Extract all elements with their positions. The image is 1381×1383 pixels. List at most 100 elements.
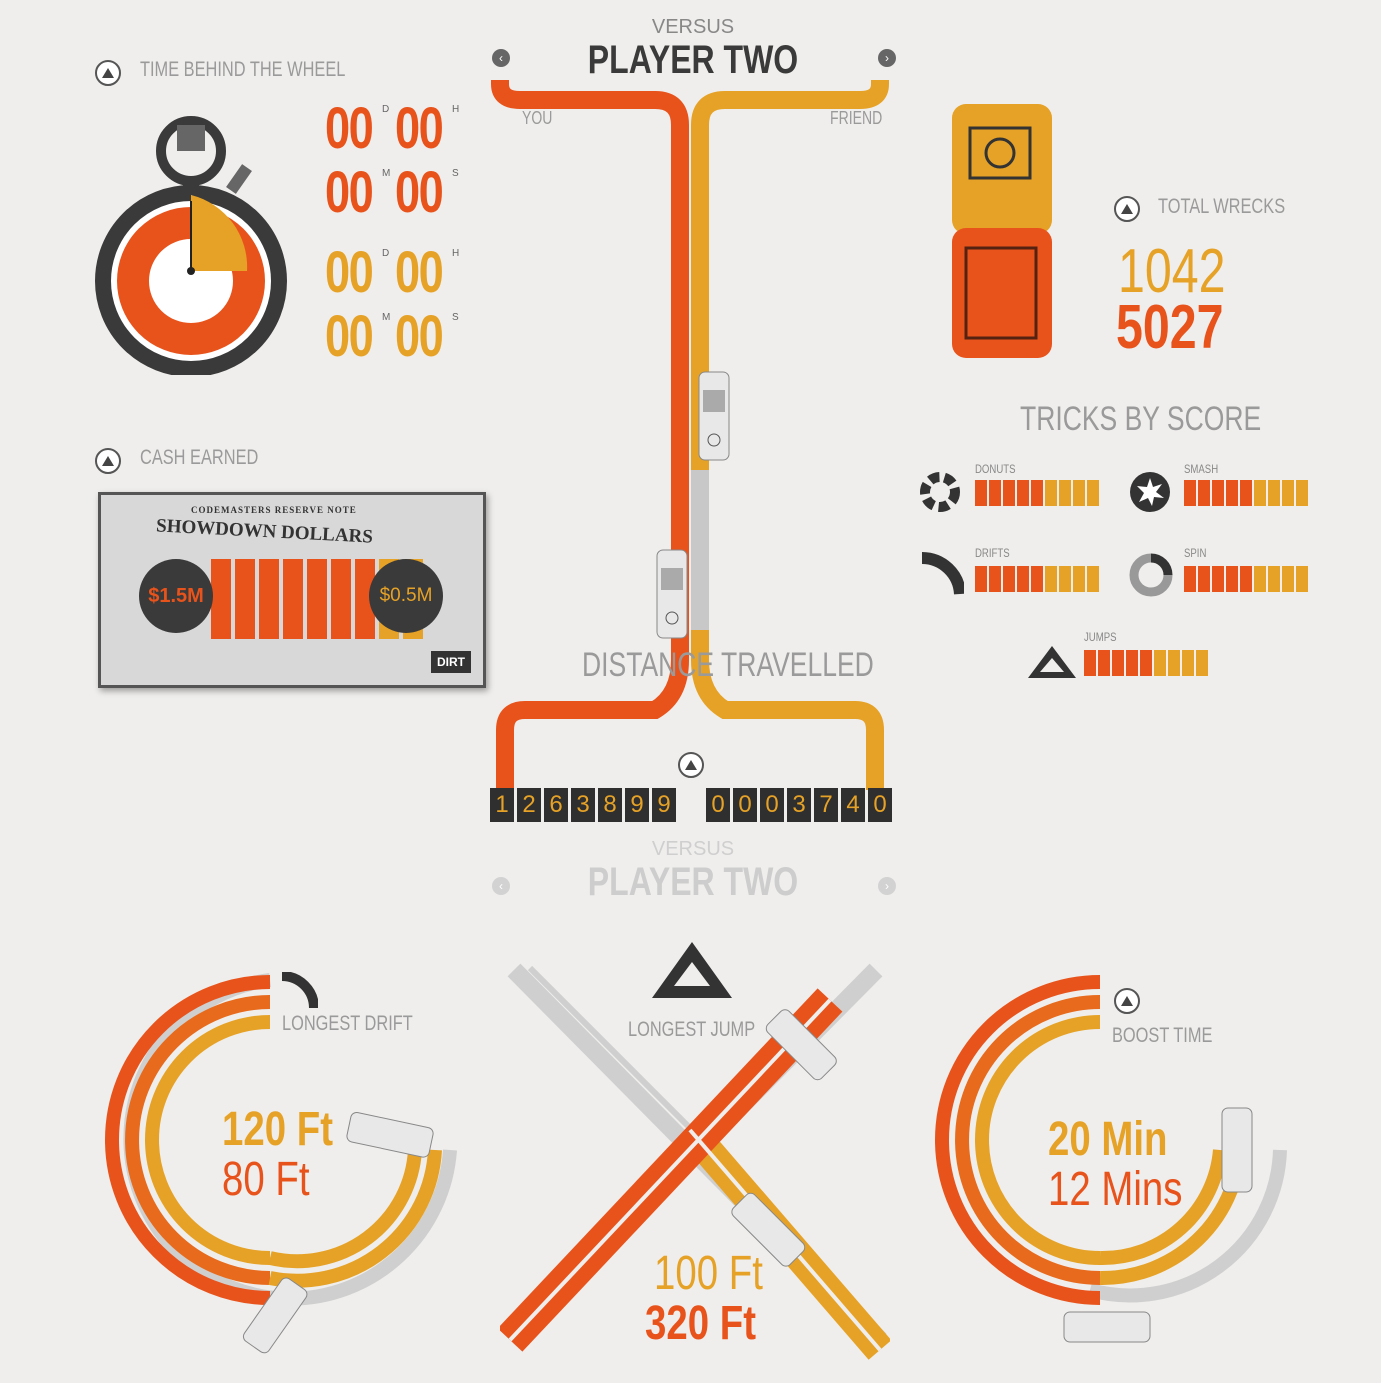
days-unit: D	[382, 248, 390, 259]
jumps-score-bar	[1084, 650, 1208, 676]
drifts-score-bar	[975, 566, 1099, 592]
score-segment	[1212, 480, 1224, 506]
score-segment	[989, 480, 1001, 506]
next-player-button[interactable]: ›	[878, 49, 896, 67]
minutes-unit: M	[382, 168, 391, 179]
smash-score-bar	[1184, 480, 1308, 506]
score-segment	[1198, 566, 1210, 592]
score-segment	[1140, 650, 1152, 676]
score-segment	[1031, 566, 1043, 592]
stopwatch-icon	[95, 116, 287, 375]
drift-friend-value: 80 Ft	[222, 1153, 310, 1206]
boost-car-icon-1	[1221, 1107, 1253, 1193]
time-you-seconds: 00	[395, 160, 444, 225]
drifts-label: DRIFTS	[975, 546, 1010, 560]
smash-label: SMASH	[1184, 462, 1219, 476]
score-segment	[975, 480, 987, 506]
score-segment	[1112, 650, 1124, 676]
you-label: YOU	[522, 108, 553, 128]
wrecked-car-image	[952, 104, 1052, 358]
score-segment	[1282, 480, 1294, 506]
score-segment	[1045, 566, 1057, 592]
score-segment	[1059, 480, 1071, 506]
time-friend-days: 00	[325, 240, 374, 305]
score-segment	[1240, 566, 1252, 592]
score-segment	[1282, 566, 1294, 592]
score-segment	[1226, 566, 1238, 592]
drift-car-icon-2	[242, 1277, 308, 1354]
you-car-icon	[656, 549, 688, 639]
score-segment	[1073, 566, 1085, 592]
odometer-digit: 9	[652, 788, 676, 822]
tricks-title: TRICKS BY SCORE	[1020, 400, 1262, 438]
friend-car-icon	[698, 371, 730, 461]
score-segment	[1182, 650, 1194, 676]
odometer-digit: 2	[517, 788, 541, 822]
score-segment	[1087, 566, 1099, 592]
prev-player-button-2[interactable]: ‹	[492, 877, 510, 895]
score-segment	[1226, 480, 1238, 506]
score-segment	[975, 566, 987, 592]
jump-label: LONGEST JUMP	[628, 1018, 756, 1041]
player-title-2: PLAYER TWO	[587, 860, 799, 904]
score-segment	[1296, 566, 1308, 592]
score-segment	[1240, 480, 1252, 506]
score-segment	[1168, 650, 1180, 676]
donut-icon	[920, 472, 960, 512]
score-segment	[1184, 566, 1196, 592]
score-segment	[1098, 650, 1110, 676]
boost-you-value: 20 Min	[1048, 1113, 1168, 1166]
friend-label: FRIEND	[830, 108, 883, 128]
distance-label: DISTANCE TRAVELLED	[582, 646, 874, 684]
score-segment	[1254, 480, 1266, 506]
score-segment	[1254, 566, 1266, 592]
odometer-digit: 9	[625, 788, 649, 822]
boost-car-icon-2	[1063, 1311, 1151, 1343]
spin-icon	[1129, 553, 1173, 597]
odometer-digit: 8	[598, 788, 622, 822]
hours-unit: H	[452, 248, 460, 259]
prev-player-button[interactable]: ‹	[492, 49, 510, 67]
next-player-button-2[interactable]: ›	[878, 877, 896, 895]
score-segment	[1184, 480, 1196, 506]
jump-icon	[1028, 646, 1076, 678]
score-segment	[1045, 480, 1057, 506]
minutes-unit: M	[382, 312, 391, 323]
odometer-digit: 6	[544, 788, 568, 822]
score-segment	[1196, 650, 1208, 676]
time-badge-icon	[95, 60, 121, 86]
odometer-digit: 3	[571, 788, 595, 822]
versus-label: VERSUS	[651, 16, 735, 38]
time-you-hours: 00	[395, 96, 444, 161]
spin-score-bar	[1184, 566, 1308, 592]
jump-car-icon-1	[765, 1009, 837, 1081]
odometer-digit: 0	[868, 788, 892, 822]
distance-road-graphic	[491, 80, 889, 790]
odometer-digit: 1	[490, 788, 514, 822]
score-segment	[1031, 480, 1043, 506]
cash-you-value: $1.5M	[148, 584, 204, 607]
time-label: TIME BEHIND THE WHEEL	[140, 58, 346, 81]
cash-label: CASH EARNED	[140, 446, 259, 469]
score-segment	[1017, 566, 1029, 592]
jumps-label: JUMPS	[1084, 630, 1117, 644]
jump-you-value: 320 Ft	[645, 1297, 756, 1350]
donuts-score-bar	[975, 480, 1099, 506]
score-segment	[1017, 480, 1029, 506]
seconds-unit: S	[452, 312, 459, 323]
score-segment	[1003, 480, 1015, 506]
cash-you-seal: $1.5M	[139, 559, 213, 633]
banknote: CODEMASTERS RESERVE NOTE SHOWDOWN DOLLAR…	[98, 492, 486, 688]
time-friend-hours: 00	[395, 240, 444, 305]
drift-label: LONGEST DRIFT	[282, 1012, 413, 1035]
score-segment	[1198, 480, 1210, 506]
jump-friend-value: 100 Ft	[654, 1247, 763, 1300]
donuts-label: DONUTS	[975, 462, 1016, 476]
odometer-digit: 0	[733, 788, 757, 822]
wrecks-badge-icon	[1114, 196, 1140, 222]
score-segment	[1059, 566, 1071, 592]
versus-label-2: VERSUS	[651, 838, 735, 860]
score-segment	[1084, 650, 1096, 676]
score-segment	[1073, 480, 1085, 506]
odometer-digit: 0	[760, 788, 784, 822]
